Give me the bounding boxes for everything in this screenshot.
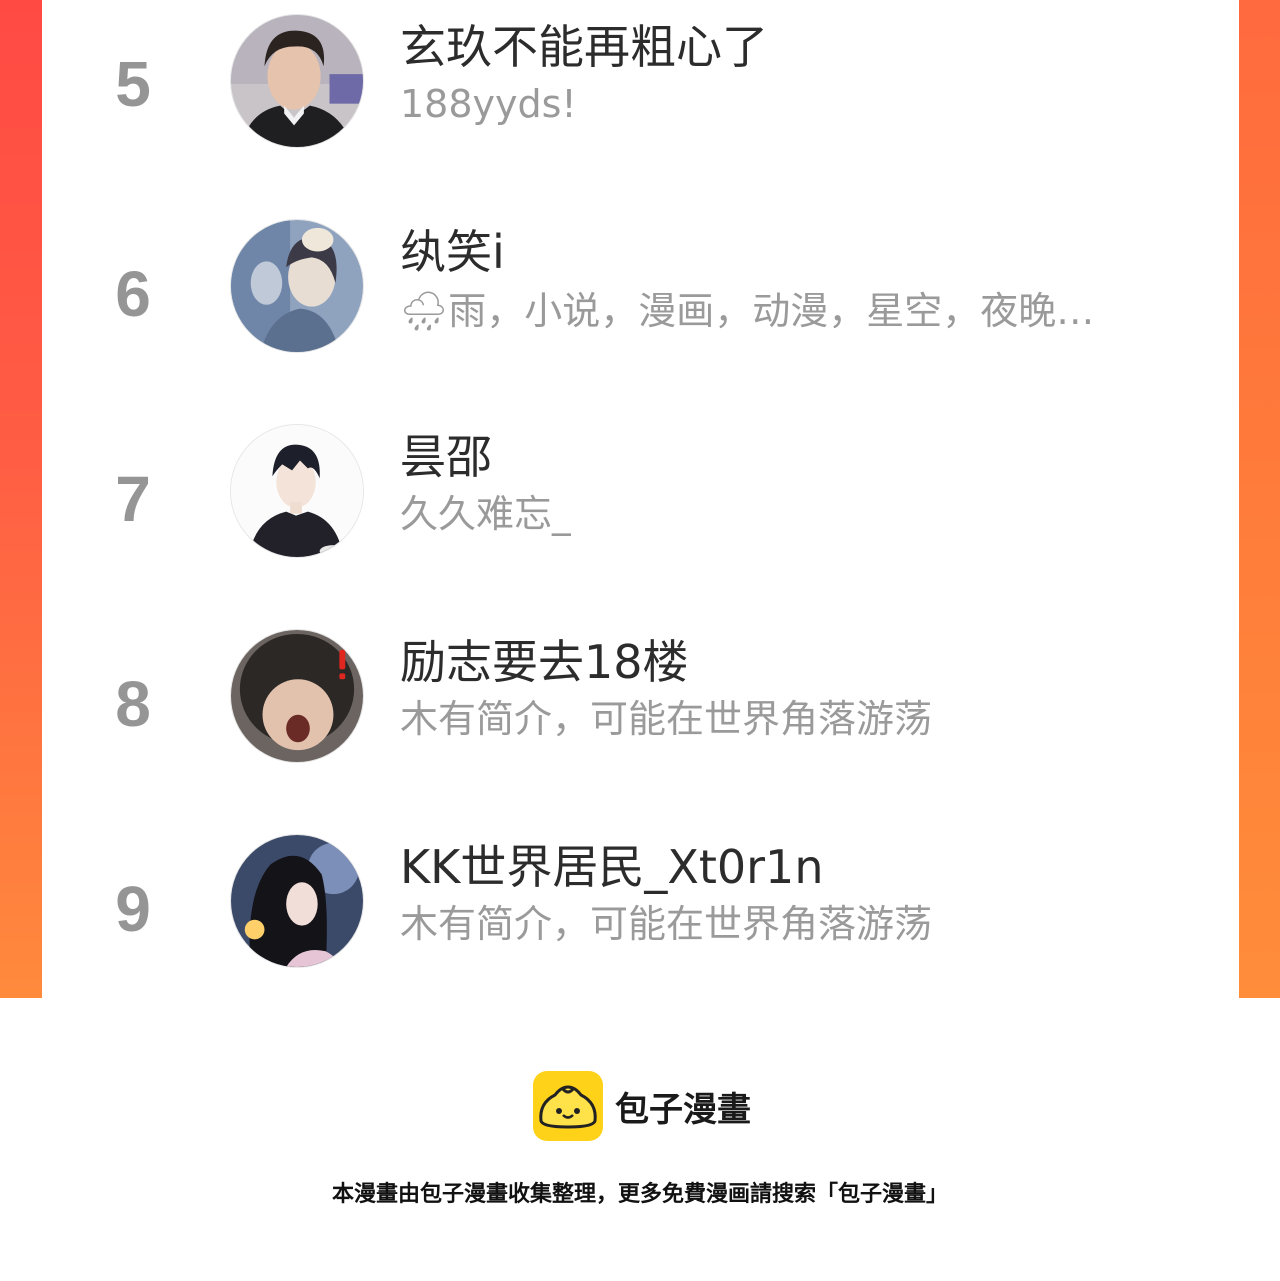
avatar[interactable] bbox=[230, 629, 364, 763]
user-bio: 木有简介，可能在世界角落游荡 bbox=[400, 699, 933, 741]
ranking-row[interactable]: 5 玄玖不能再粗心了 188yyds! bbox=[42, 0, 1239, 205]
avatar-girl-night-icon bbox=[231, 835, 363, 967]
rank-number: 7 bbox=[115, 463, 151, 535]
user-bio: 久久难忘_ bbox=[400, 494, 572, 536]
footer-notice: 本漫畫由包子漫畫收集整理，更多免費漫画請搜索「包子漫畫」 bbox=[331, 1182, 948, 1207]
avatar[interactable] bbox=[230, 14, 364, 148]
ranking-row[interactable]: 7 昙邵 久久难忘_ bbox=[42, 410, 1239, 615]
brand-name: 包子漫畫 bbox=[615, 1089, 751, 1130]
rank-number: 9 bbox=[115, 873, 151, 945]
avatar-blurry-face-icon bbox=[231, 630, 363, 762]
user-name[interactable]: 玄玖不能再粗心了 bbox=[400, 22, 768, 73]
avatar[interactable] bbox=[230, 219, 364, 353]
ranking-frame-right bbox=[1238, 0, 1280, 998]
user-name[interactable]: 纨笑i bbox=[400, 227, 505, 278]
bun-logo-icon bbox=[533, 1071, 603, 1141]
brand-logo: 包子漫畫 bbox=[533, 1071, 751, 1141]
avatar-photo-man-icon bbox=[231, 15, 363, 147]
ranking-row[interactable]: 6 纨笑i 🌧雨，小说，漫画，动漫，星空，夜晚… bbox=[42, 205, 1239, 410]
ranking-row[interactable]: 8 励志要去18楼 木有简介，可能在世界角落游荡 bbox=[42, 615, 1239, 820]
user-bio: 188yyds! bbox=[400, 84, 577, 126]
ranking-list: 5 玄玖不能再粗心了 188yyds! 6 纨笑i 🌧雨，小说，漫画，动漫，星空… bbox=[42, 0, 1239, 998]
user-bio: 木有简介，可能在世界角落游荡 bbox=[400, 904, 933, 946]
user-name[interactable]: KK世界居民_Xt0r1n bbox=[400, 842, 823, 893]
avatar-illustration-blue-icon bbox=[231, 220, 363, 352]
rank-number: 5 bbox=[115, 48, 151, 120]
user-name[interactable]: 昙邵 bbox=[400, 432, 492, 483]
ranking-row[interactable]: 9 KK世界居民_Xt0r1n 木有简介，可能在世界角落游荡 bbox=[42, 820, 1239, 1025]
rank-number: 6 bbox=[115, 258, 151, 330]
avatar[interactable] bbox=[230, 424, 364, 558]
rank-number: 8 bbox=[115, 668, 151, 740]
avatar-anime-boy-icon bbox=[231, 425, 363, 557]
avatar[interactable] bbox=[230, 834, 364, 968]
user-bio: 🌧雨，小说，漫画，动漫，星空，夜晚… bbox=[400, 291, 1095, 333]
user-name[interactable]: 励志要去18楼 bbox=[400, 637, 689, 688]
